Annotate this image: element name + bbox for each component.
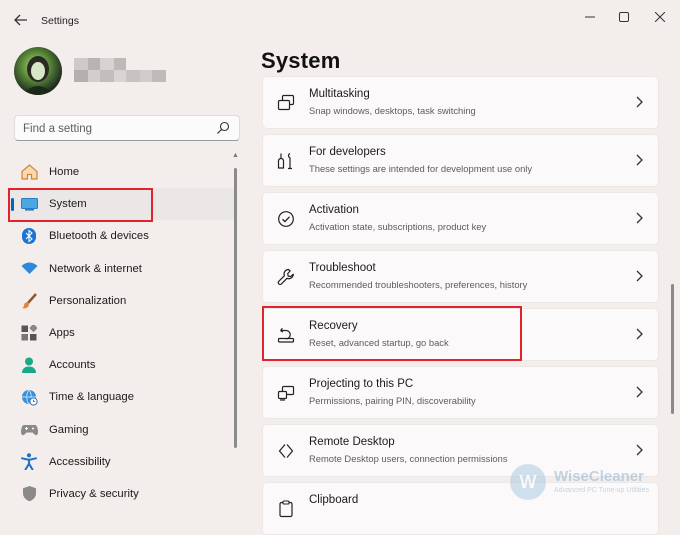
back-arrow-icon	[14, 14, 27, 26]
card-subtitle: Activation state, subscriptions, product…	[309, 221, 487, 232]
multitasking-icon	[277, 94, 295, 111]
maximize-button[interactable]	[611, 7, 637, 27]
card-title: Recovery	[309, 320, 358, 332]
page-title: System	[261, 48, 341, 73]
sidebar-item-label: Network & internet	[49, 262, 142, 275]
search-box[interactable]	[14, 115, 240, 141]
search-icon[interactable]	[216, 121, 230, 135]
developer-tools-icon	[277, 152, 292, 170]
projecting-icon	[277, 385, 295, 401]
chevron-right-icon	[636, 212, 643, 224]
app-title: Settings	[41, 15, 79, 27]
sidebar-item-label: Home	[49, 166, 80, 179]
sidebar-item-privacy[interactable]: Privacy & security	[10, 478, 234, 510]
search-input[interactable]	[23, 120, 213, 137]
user-avatar[interactable]	[14, 47, 62, 95]
sidebar-item-time-language[interactable]: Time & language	[10, 381, 234, 413]
wrench-icon	[277, 268, 294, 285]
brush-icon	[20, 292, 38, 310]
card-subtitle: Remote Desktop users, connection permiss…	[309, 453, 508, 464]
close-button[interactable]	[647, 7, 673, 27]
card-title: Clipboard	[309, 494, 359, 506]
minimize-button[interactable]	[577, 7, 603, 27]
blurred-user-name	[74, 58, 166, 82]
card-title: For developers	[309, 146, 386, 158]
bluetooth-icon	[20, 227, 38, 245]
sidebar-item-personalization[interactable]: Personalization	[10, 285, 234, 317]
activation-check-icon	[278, 211, 294, 227]
sidebar-item-accounts[interactable]: Accounts	[10, 349, 234, 381]
sidebar-scroll-up-icon[interactable]: ▲	[232, 152, 239, 159]
chevron-right-icon	[636, 328, 643, 340]
card-for-developers[interactable]: For developers These settings are intend…	[262, 134, 659, 187]
watermark-tagline: Advanced PC Tune-up Utilities	[554, 487, 649, 494]
card-title: Remote Desktop	[309, 436, 395, 448]
sidebar-item-label: Bluetooth & devices	[49, 230, 149, 243]
sidebar-scrollbar[interactable]	[234, 168, 237, 448]
system-display-icon	[20, 195, 38, 213]
card-troubleshoot[interactable]: Troubleshoot Recommended troubleshooters…	[262, 250, 659, 303]
card-multitasking[interactable]: Multitasking Snap windows, desktops, tas…	[262, 76, 659, 129]
chevron-right-icon	[636, 270, 643, 282]
sidebar-item-label: Personalization	[49, 294, 127, 307]
sidebar-item-label: Time & language	[49, 391, 134, 404]
apps-icon	[20, 324, 38, 342]
sidebar-item-apps[interactable]: Apps	[10, 317, 234, 349]
recovery-icon	[277, 327, 295, 343]
home-icon	[20, 163, 38, 181]
sidebar-item-label: Gaming	[49, 423, 89, 436]
card-title: Activation	[309, 204, 359, 216]
sidebar-item-bluetooth[interactable]: Bluetooth & devices	[10, 220, 234, 252]
sidebar-item-label: Accounts	[49, 359, 96, 372]
card-subtitle: Snap windows, desktops, task switching	[309, 105, 476, 116]
main-scrollbar[interactable]	[671, 284, 674, 414]
gamepad-icon	[20, 421, 38, 439]
sidebar-item-label: Accessibility	[49, 455, 111, 468]
maximize-icon	[619, 12, 629, 22]
remote-desktop-icon	[278, 444, 294, 458]
sidebar-item-label: Apps	[49, 327, 75, 340]
sidebar-item-label: Privacy & security	[49, 487, 139, 500]
sidebar-nav: Home System Bluetooth & devices Network …	[10, 156, 234, 510]
card-subtitle: Recommended troubleshooters, preferences…	[309, 279, 528, 290]
card-subtitle: These settings are intended for developm…	[309, 163, 533, 174]
chevron-right-icon	[636, 386, 643, 398]
title-bar: Settings	[0, 0, 680, 40]
globe-clock-icon	[20, 388, 38, 406]
card-title: Multitasking	[309, 88, 370, 100]
card-title: Projecting to this PC	[309, 378, 414, 390]
shield-icon	[20, 485, 38, 503]
card-activation[interactable]: Activation Activation state, subscriptio…	[262, 192, 659, 245]
accounts-icon	[20, 356, 38, 374]
sidebar-item-system[interactable]: System	[10, 188, 234, 221]
sidebar-item-gaming[interactable]: Gaming	[10, 414, 234, 446]
watermark-brand: WiseCleaner	[554, 468, 644, 485]
accessibility-icon	[20, 453, 38, 471]
close-icon	[655, 12, 665, 22]
wifi-icon	[20, 260, 38, 278]
sidebar-item-network[interactable]: Network & internet	[10, 253, 234, 285]
chevron-right-icon	[636, 154, 643, 166]
card-subtitle: Permissions, pairing PIN, discoverabilit…	[309, 395, 476, 406]
sidebar-item-accessibility[interactable]: Accessibility	[10, 446, 234, 478]
card-projecting[interactable]: Projecting to this PC Permissions, pairi…	[262, 366, 659, 419]
sidebar-item-label: System	[49, 198, 87, 211]
watermark: W WiseCleaner Advanced PC Tune-up Utilit…	[510, 462, 680, 502]
sidebar-item-home[interactable]: Home	[10, 156, 234, 188]
card-subtitle: Reset, advanced startup, go back	[309, 337, 449, 348]
back-button[interactable]	[10, 10, 32, 30]
chevron-right-icon	[636, 96, 643, 108]
chevron-right-icon	[636, 444, 643, 456]
wisecleaner-logo-icon: W	[510, 464, 546, 500]
clipboard-icon	[279, 500, 293, 518]
minimize-icon	[585, 16, 595, 18]
card-recovery[interactable]: Recovery Reset, advanced startup, go bac…	[262, 308, 659, 361]
card-title: Troubleshoot	[309, 262, 376, 274]
